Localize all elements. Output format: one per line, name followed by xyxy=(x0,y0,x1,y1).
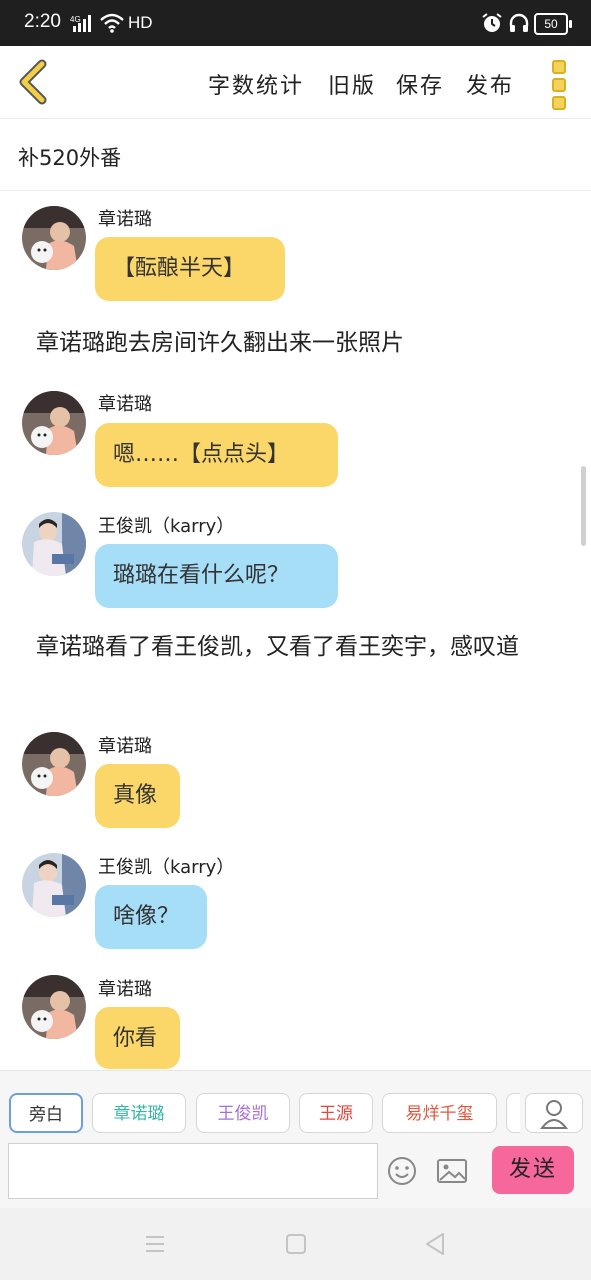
back-triangle-icon[interactable] xyxy=(424,1232,446,1256)
speaker-name: 王俊凯（karry） xyxy=(98,516,235,537)
composer-panel: 旁白 章诺璐 王俊凯 王源 易烊千玺 发送 xyxy=(0,1070,591,1209)
status-time: 2:20 xyxy=(24,11,61,32)
speaker-name: 章诺璐 xyxy=(98,979,152,1000)
avatar-wangjunkai[interactable] xyxy=(22,512,86,576)
save-button[interactable]: 保存 xyxy=(396,68,444,100)
message-input[interactable] xyxy=(8,1143,378,1199)
narration-text[interactable]: 章诺璐看了看王俊凯，又看了看王奕宇，感叹道 xyxy=(36,628,566,666)
word-count-button[interactable]: 字数统计 xyxy=(208,68,304,100)
kebab-menu-icon[interactable] xyxy=(549,58,569,110)
chat-bubble[interactable]: 你看 xyxy=(95,1007,180,1069)
send-button[interactable]: 发送 xyxy=(492,1146,574,1194)
story-title-row[interactable]: 补520外番 xyxy=(0,118,591,191)
speaker-name: 章诺璐 xyxy=(98,209,152,230)
old-version-button[interactable]: 旧版 xyxy=(328,68,376,100)
avatar-wangjunkai[interactable] xyxy=(22,853,86,917)
alarm-icon xyxy=(482,13,502,32)
cellular-signal-icon: 4G xyxy=(70,15,91,32)
role-chip-yiyangqianxi[interactable]: 易烊千玺 xyxy=(382,1093,497,1133)
role-chip-wangyuan[interactable]: 王源 xyxy=(299,1093,373,1133)
image-icon[interactable] xyxy=(436,1157,468,1185)
chevron-left-icon[interactable] xyxy=(12,58,56,106)
system-nav-bar xyxy=(0,1208,591,1280)
speaker-name: 章诺璐 xyxy=(98,394,152,415)
home-icon[interactable] xyxy=(285,1233,307,1255)
chat-bubble[interactable]: 啥像？ xyxy=(95,885,207,949)
status-bar: 2:20 4G HD 50 xyxy=(0,0,591,46)
chat-bubble[interactable]: 嗯……【点点头】 xyxy=(95,423,338,487)
battery-icon: 50 xyxy=(534,13,572,35)
publish-button[interactable]: 发布 xyxy=(466,68,514,100)
avatar-zhangnuolu[interactable] xyxy=(22,391,86,455)
role-chip-zhangnuolu[interactable]: 章诺璐 xyxy=(92,1093,186,1133)
avatar-zhangnuolu[interactable] xyxy=(22,732,86,796)
hd-indicator: HD xyxy=(128,13,153,32)
avatar-zhangnuolu[interactable] xyxy=(22,206,86,270)
role-chip-narrator[interactable]: 旁白 xyxy=(9,1093,83,1133)
chat-bubble[interactable]: 璐璐在看什么呢？ xyxy=(95,544,338,608)
speaker-name: 章诺璐 xyxy=(98,736,152,757)
chat-bubble[interactable]: 真像 xyxy=(95,764,180,828)
story-title: 补520外番 xyxy=(18,146,122,170)
wifi-icon xyxy=(100,13,124,33)
person-icon[interactable] xyxy=(525,1093,583,1133)
avatar-zhangnuolu[interactable] xyxy=(22,975,86,1039)
role-chip-overflow[interactable] xyxy=(506,1093,520,1133)
role-chip-wangjunkai[interactable]: 王俊凯 xyxy=(196,1093,290,1133)
speaker-name: 王俊凯（karry） xyxy=(98,857,235,878)
narration-text[interactable]: 章诺璐跑去房间许久翻出来一张照片 xyxy=(36,324,566,362)
editor-toolbar: 字数统计 旧版 保存 发布 xyxy=(0,46,591,119)
chat-bubble[interactable]: 【酝酿半天】 xyxy=(95,237,285,301)
network-type: 4G xyxy=(70,15,81,24)
menu-icon[interactable] xyxy=(144,1233,166,1255)
smiley-icon[interactable] xyxy=(386,1155,418,1187)
scrollbar[interactable] xyxy=(581,466,586,546)
headset-icon xyxy=(509,13,529,32)
